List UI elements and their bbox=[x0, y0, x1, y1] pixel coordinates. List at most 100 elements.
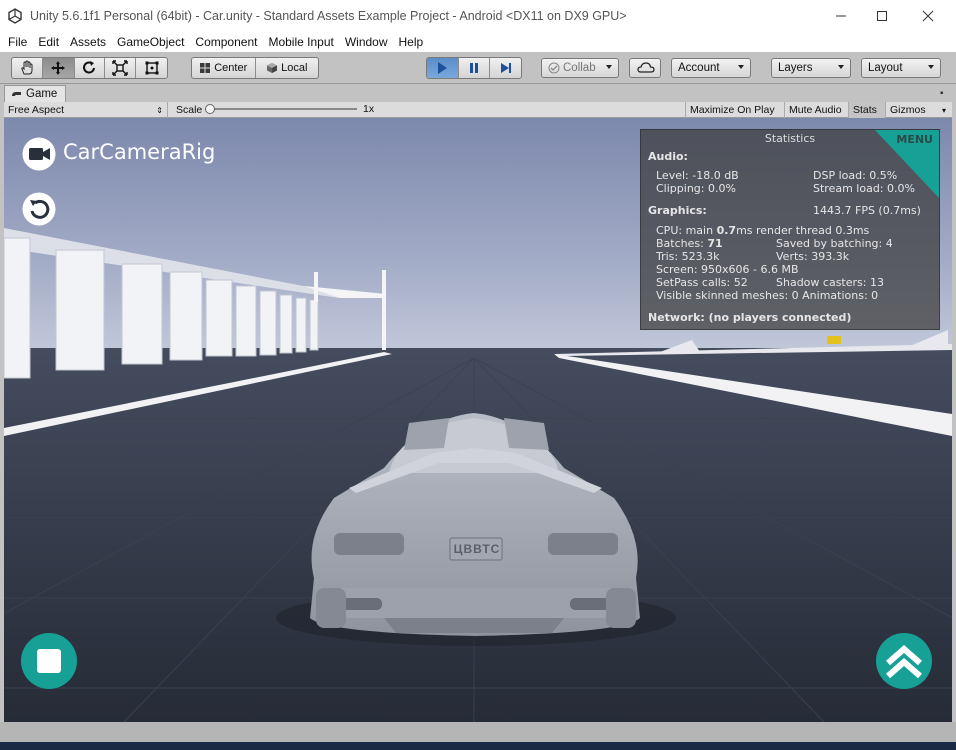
close-icon[interactable] bbox=[905, 0, 951, 32]
layers-label: Layers bbox=[778, 62, 813, 74]
scale-label: Scale bbox=[176, 104, 203, 116]
account-label: Account bbox=[678, 62, 720, 74]
pivot-center-icon bbox=[200, 63, 211, 73]
batches-prefix: Batches: bbox=[656, 237, 708, 250]
unity-editor-window: Unity 5.6.1f1 Personal (64bit) - Car.uni… bbox=[0, 0, 956, 750]
reset-icon[interactable] bbox=[21, 191, 57, 232]
local-cube-icon bbox=[267, 63, 278, 73]
menu-component[interactable]: Component bbox=[191, 35, 261, 49]
menu-help[interactable]: Help bbox=[395, 35, 428, 49]
maximize-on-play-toggle[interactable]: Maximize On Play bbox=[685, 102, 785, 118]
tab-game-label: Game bbox=[26, 88, 58, 100]
gizmos-arrow-icon: ▾ bbox=[941, 105, 946, 115]
layout-label: Layout bbox=[868, 62, 903, 74]
layers-dropdown[interactable]: Layers bbox=[771, 58, 851, 78]
collab-dropdown[interactable]: Collab bbox=[541, 58, 619, 78]
network-readout: Network: (no players connected) bbox=[648, 311, 852, 324]
os-taskbar bbox=[0, 742, 956, 750]
scale-slider-thumb[interactable] bbox=[205, 104, 215, 114]
menu-file[interactable]: File bbox=[4, 35, 31, 49]
menu-gameobject[interactable]: GameObject bbox=[113, 35, 188, 49]
statistics-title: Statistics bbox=[764, 132, 816, 145]
graphics-header: Graphics: bbox=[648, 204, 707, 217]
cpu-prefix: CPU: main bbox=[656, 224, 717, 237]
dsp-load: DSP load: 0.5% bbox=[813, 169, 898, 182]
cpu-readout: CPU: main 0.7ms render thread 0.3ms bbox=[656, 224, 869, 237]
skinned-meshes-readout: Visible skinned meshes: 0 Animations: 0 bbox=[656, 289, 879, 302]
stream-load: Stream load: 0.0% bbox=[813, 182, 915, 195]
scale-section: Scale bbox=[168, 102, 202, 118]
stats-toggle[interactable]: Stats bbox=[849, 102, 886, 118]
screen-readout: Screen: 950x606 - 6.6 MB bbox=[656, 263, 799, 276]
menu-assets[interactable]: Assets bbox=[66, 35, 110, 49]
pivot-toggles: Center Local bbox=[191, 57, 319, 79]
minimize-icon[interactable] bbox=[818, 0, 864, 32]
audio-clipping: Clipping: 0.0% bbox=[656, 182, 736, 195]
layout-dropdown[interactable]: Layout bbox=[861, 58, 941, 78]
menu-window[interactable]: Window bbox=[341, 35, 392, 49]
playback-controls bbox=[426, 57, 522, 79]
menu-bar: File Edit Assets GameObject Component Mo… bbox=[0, 32, 956, 52]
batches-readout: Batches: 71 bbox=[656, 237, 723, 250]
aspect-label: Free Aspect bbox=[8, 104, 65, 116]
accelerate-icon[interactable] bbox=[875, 632, 933, 695]
pivot-center-button[interactable]: Center bbox=[192, 58, 256, 78]
yellow-cone bbox=[827, 336, 841, 344]
hand-icon[interactable] bbox=[12, 58, 43, 78]
pivot-local-button[interactable]: Local bbox=[256, 58, 319, 78]
game-tab-strip: Game ▪ bbox=[0, 84, 956, 102]
rect-tool-icon[interactable] bbox=[136, 58, 167, 78]
step-icon[interactable] bbox=[490, 58, 521, 78]
setpass-readout: SetPass calls: 52 bbox=[656, 276, 748, 289]
aspect-dropdown[interactable]: Free Aspect ⇕ bbox=[4, 102, 168, 118]
collab-check-icon bbox=[548, 62, 560, 74]
title-bar: Unity 5.6.1f1 Personal (64bit) - Car.uni… bbox=[0, 0, 956, 32]
main-toolbar: Center Local Collab Account Layers Layou… bbox=[0, 52, 956, 84]
maximize-icon[interactable] bbox=[859, 0, 905, 32]
verts-readout: Verts: 393.3k bbox=[776, 250, 850, 263]
cpu-main-value: 0.7 bbox=[716, 224, 737, 237]
account-dropdown[interactable]: Account bbox=[671, 58, 751, 78]
fps-readout: 1443.7 FPS (0.7ms) bbox=[813, 204, 921, 217]
camera-switch-icon[interactable] bbox=[21, 136, 57, 177]
mute-audio-toggle[interactable]: Mute Audio bbox=[785, 102, 849, 118]
cloud-button[interactable] bbox=[629, 58, 661, 78]
pivot-center-label: Center bbox=[214, 62, 248, 74]
tab-menu-icon[interactable]: ▪ bbox=[940, 88, 950, 99]
tris-readout: Tris: 523.3k bbox=[656, 250, 720, 263]
stop-icon[interactable] bbox=[20, 632, 78, 695]
gizmos-dropdown[interactable]: Gizmos ▾ bbox=[886, 102, 952, 118]
game-view-toolbar: Free Aspect ⇕ Scale 1x Maximize On Play … bbox=[4, 102, 952, 118]
window-title: Unity 5.6.1f1 Personal (64bit) - Car.uni… bbox=[30, 9, 627, 23]
pause-icon[interactable] bbox=[459, 58, 491, 78]
license-plate: ЦВВТС bbox=[453, 542, 501, 556]
stats-label: Stats bbox=[853, 104, 877, 116]
pivot-local-label: Local bbox=[281, 62, 308, 74]
batches-value: 71 bbox=[707, 237, 723, 250]
game-viewport[interactable]: ЦВВТС CarCameraRig MENU Statistics Audio… bbox=[4, 118, 952, 722]
scale-icon[interactable] bbox=[105, 58, 137, 78]
gizmos-label: Gizmos bbox=[890, 104, 926, 116]
unity-logo-icon bbox=[0, 0, 30, 32]
play-icon[interactable] bbox=[427, 58, 459, 78]
cpu-suffix: ms render thread 0.3ms bbox=[736, 224, 870, 237]
scale-slider-track[interactable] bbox=[205, 108, 357, 110]
saved-by-batching: Saved by batching: 4 bbox=[776, 237, 893, 250]
camera-rig-label: CarCameraRig bbox=[63, 140, 216, 164]
statistics-panel: MENU Statistics Audio: Level: -18.0 dB C… bbox=[640, 129, 940, 330]
scale-value: 1x bbox=[363, 103, 375, 115]
rotate-icon[interactable] bbox=[75, 58, 106, 78]
audio-level: Level: -18.0 dB bbox=[656, 169, 739, 182]
aspect-arrows-icon: ⇕ bbox=[156, 105, 163, 115]
cloud-icon bbox=[637, 62, 655, 73]
collab-label: Collab bbox=[563, 62, 596, 74]
audio-header: Audio: bbox=[648, 150, 688, 163]
menu-mobile-input[interactable]: Mobile Input bbox=[264, 35, 337, 49]
tab-game[interactable]: Game bbox=[4, 85, 67, 102]
shadow-casters-readout: Shadow casters: 13 bbox=[776, 276, 884, 289]
game-tab-icon bbox=[12, 92, 21, 96]
menu-edit[interactable]: Edit bbox=[34, 35, 63, 49]
mute-audio-label: Mute Audio bbox=[789, 104, 842, 116]
move-icon[interactable] bbox=[42, 58, 75, 78]
transform-tools bbox=[11, 57, 168, 79]
